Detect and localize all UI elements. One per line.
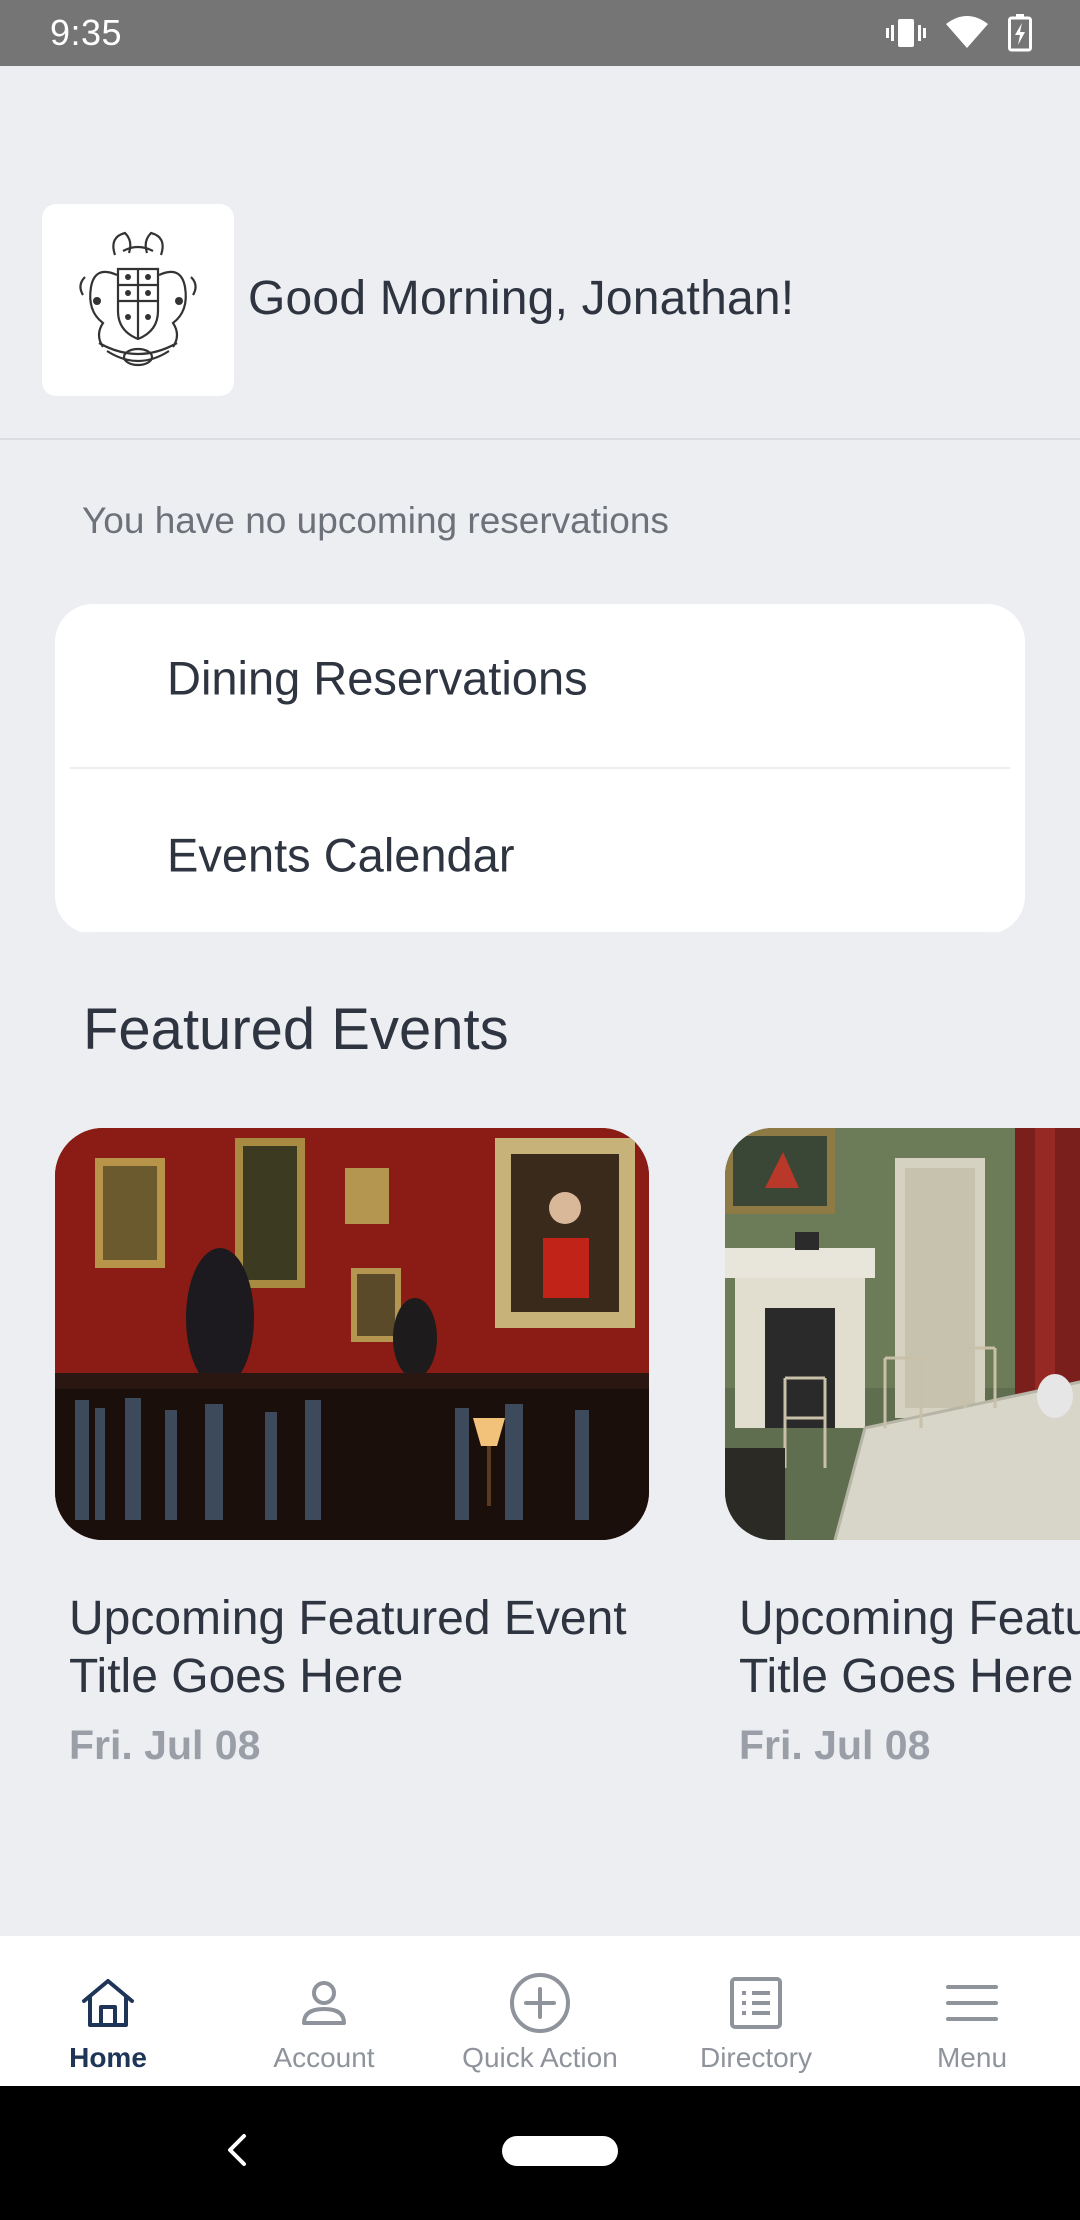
event-title-line: Upcoming Featured Event [739,1592,1080,1645]
featured-event-card[interactable]: Upcoming Featured Event Title Goes Here … [725,1128,1080,1769]
event-title-line: Upcoming Featured Event [69,1592,627,1645]
library-room-photo [55,1128,649,1540]
nav-home-label: Home [69,2042,147,2073]
nav-home[interactable]: Home [0,1936,216,2086]
header: Good Morning, Jonathan! [0,66,1080,440]
nav-menu-label: Menu [936,2042,1008,2073]
nav-quick-action[interactable]: Quick Action [432,1936,648,2086]
quick-links-card: Dining Reservations Events Calendar [55,604,1025,934]
event-date: Fri. Jul 08 [739,1722,931,1768]
home-gesture-pill[interactable] [502,2136,618,2166]
home-icon [80,1970,136,2036]
vibrate-icon [886,16,926,50]
event-title-line: Title Goes Here [69,1650,404,1703]
events-calendar-link[interactable]: Events Calendar [70,769,1010,934]
nav-account[interactable]: Account [216,1936,432,2086]
hamburger-icon [946,1970,998,2036]
system-nav-bar [0,2086,1080,2220]
events-calendar-label: Events Calendar [167,828,515,881]
bottom-nav: Home Account Quick Action Directory Menu [0,1936,1080,2086]
battery-charging-icon [1008,14,1032,52]
list-icon [728,1970,784,2036]
home-screen: 9:35 Good Morning, Jonathan! You have no… [0,0,1080,2220]
event-date: Fri. Jul 08 [69,1722,261,1768]
club-crest-logo [42,204,234,396]
nav-directory[interactable]: Directory [648,1936,864,2086]
status-icons [886,14,1032,52]
featured-event-card[interactable]: Upcoming Featured Event Title Goes Here … [55,1128,655,1769]
plus-circle-icon [508,1970,572,2036]
status-time: 9:35 [50,12,123,53]
event-title: Upcoming Featured Event Title Goes Here [55,1590,655,1706]
nav-menu[interactable]: Menu [864,1936,1080,2086]
featured-events-title: Featured Events [83,997,509,1062]
dining-reservations-link[interactable]: Dining Reservations [70,604,1010,769]
back-icon[interactable] [222,2130,252,2175]
event-title-line: Title Goes Here [739,1650,1074,1703]
no-reservations-message: You have no upcoming reservations [82,500,669,541]
person-icon [296,1970,352,2036]
nav-quick-action-label: Quick Action [462,2042,618,2073]
greeting-text: Good Morning, Jonathan! [248,272,795,325]
wifi-icon [946,16,988,50]
nav-account-label: Account [273,2042,375,2073]
status-bar: 9:35 [0,0,1080,66]
nav-directory-label: Directory [699,2042,812,2073]
dining-reservations-label: Dining Reservations [167,651,588,704]
dining-room-photo [725,1128,1080,1540]
event-title: Upcoming Featured Event Title Goes Here [725,1590,1080,1706]
